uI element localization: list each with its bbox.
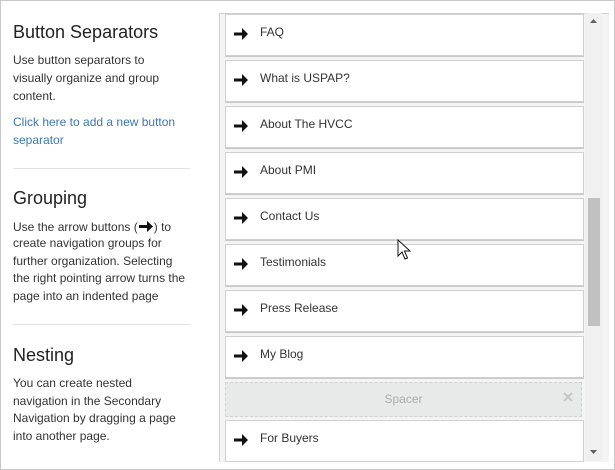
- nesting-text-4: into another page.: [13, 429, 110, 443]
- nav-item-label: Press Release: [260, 301, 339, 315]
- arrow-right-icon[interactable]: [233, 73, 249, 87]
- nav-item-label: About PMI: [260, 163, 317, 177]
- nav-item-label: Testimonials: [260, 255, 327, 269]
- button-separators-title: Button Separators: [13, 22, 159, 42]
- divider: [13, 324, 190, 325]
- nav-item-press-release[interactable]: Press Release: [225, 290, 584, 332]
- arrow-right-icon[interactable]: [233, 27, 249, 41]
- nav-item-label: FAQ: [260, 25, 285, 39]
- arrow-right-icon[interactable]: [233, 119, 249, 133]
- arrow-right-icon[interactable]: [233, 349, 249, 363]
- nesting-text-3: Navigation by dragging a page: [13, 411, 176, 425]
- arrow-right-icon[interactable]: [233, 165, 249, 179]
- nav-item-about-pmi[interactable]: About PMI: [225, 152, 584, 194]
- add-button-separator-link[interactable]: Click here to add a new button separator: [13, 113, 193, 149]
- nav-item-label: For Buyers: [260, 431, 319, 445]
- grouping-text-3: further organization. Selecting: [13, 254, 173, 268]
- arrow-right-icon[interactable]: [233, 211, 249, 225]
- nesting-text-1: You can create nested: [13, 376, 132, 390]
- scroll-down-button[interactable]: [585, 444, 602, 461]
- grouping-title: Grouping: [13, 188, 88, 208]
- button-separators-text-1: Use button separators to: [13, 53, 145, 67]
- nav-item-what-is-uspap[interactable]: What is USPAP?: [225, 60, 584, 102]
- grouping-text-4: the right pointing arrow turns the: [13, 271, 186, 285]
- scrollbar-thumb[interactable]: [588, 198, 600, 326]
- nesting-text-2: navigation in the Secondary: [13, 394, 162, 408]
- arrow-right-icon[interactable]: [233, 303, 249, 317]
- nav-item-faq[interactable]: FAQ: [225, 14, 584, 56]
- nav-item-label: About The HVCC: [260, 117, 353, 131]
- nav-item-my-blog[interactable]: My Blog: [225, 336, 584, 378]
- mouse-cursor-icon: [397, 239, 411, 260]
- close-icon[interactable]: [563, 392, 573, 402]
- vertical-scrollbar[interactable]: [585, 13, 602, 461]
- add-button-separator-link-line-1: Click here to add a new button: [13, 115, 176, 129]
- grouping-text-2: create navigation groups for: [13, 236, 162, 250]
- arrow-right-icon[interactable]: [233, 433, 249, 447]
- scroll-down-icon: [590, 450, 597, 454]
- nav-item-about-the-hvcc[interactable]: About The HVCC: [225, 106, 584, 148]
- nav-item-contact-us[interactable]: Contact Us: [225, 198, 584, 240]
- arrow-right-icon: [138, 221, 153, 232]
- nav-item-label: What is USPAP?: [260, 71, 350, 85]
- navigation-editor: Button Separators Use button separators …: [0, 0, 615, 470]
- nav-item-label: My Blog: [260, 347, 304, 361]
- grouping-text-suffix: ) to: [153, 220, 172, 234]
- nav-item-label: Contact Us: [260, 209, 320, 223]
- spacer-label: Spacer: [384, 392, 423, 406]
- navigation-list-panel[interactable]: FAQ What is USPAP? About The HVCC About …: [219, 13, 609, 462]
- button-separators-text-2: visually organize and group: [13, 71, 160, 85]
- grouping-text-5: page into an indented page: [13, 289, 159, 303]
- grouping-text-prefix: Use the arrow buttons (: [13, 220, 138, 234]
- nav-item-for-buyers[interactable]: For Buyers: [225, 420, 584, 462]
- scroll-up-button[interactable]: [585, 13, 602, 30]
- scroll-up-icon: [590, 19, 597, 23]
- nesting-title: Nesting: [13, 345, 75, 365]
- arrow-right-icon[interactable]: [233, 257, 249, 271]
- divider: [13, 168, 190, 169]
- button-separators-text-3: content.: [13, 89, 56, 103]
- add-button-separator-link-line-2: separator: [13, 133, 64, 147]
- nav-spacer[interactable]: Spacer: [225, 382, 582, 417]
